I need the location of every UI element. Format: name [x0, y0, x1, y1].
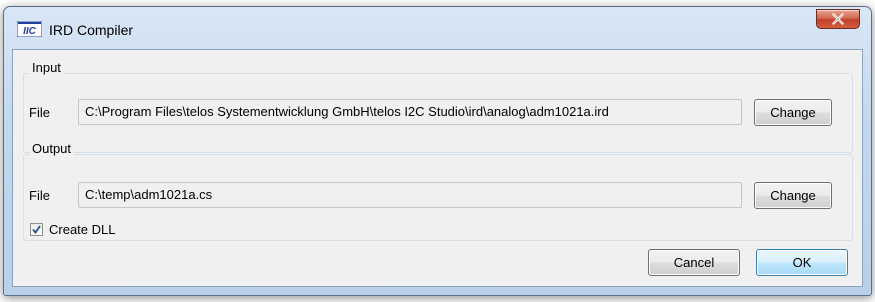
dialog-body: Input File C:\Program Files\telos System… — [12, 49, 863, 287]
input-change-button[interactable]: Change — [754, 99, 832, 126]
app-icon-text: IIC — [23, 26, 37, 37]
title-bar[interactable]: IIC IRD Compiler — [4, 7, 871, 50]
output-group: Output File C:\temp\adm1021a.cs Change C… — [23, 141, 853, 241]
input-group-label: Input — [30, 60, 63, 75]
output-group-label: Output — [30, 141, 74, 156]
output-change-button[interactable]: Change — [754, 182, 832, 209]
input-file-path-field[interactable]: C:\Program Files\telos Systementwicklung… — [78, 99, 742, 125]
checkmark-icon — [32, 225, 41, 234]
input-file-label: File — [29, 105, 50, 120]
window-title: IRD Compiler — [49, 22, 134, 38]
create-dll-label[interactable]: Create DLL — [49, 222, 115, 237]
close-icon — [832, 13, 844, 25]
output-file-path-field[interactable]: C:\temp\adm1021a.cs — [78, 182, 742, 208]
output-file-label: File — [29, 188, 50, 203]
cancel-button[interactable]: Cancel — [648, 249, 740, 276]
ok-button[interactable]: OK — [756, 249, 848, 276]
ird-compiler-window: IIC IRD Compiler Input File C:\Program F… — [3, 6, 872, 296]
input-group: Input File C:\Program Files\telos System… — [23, 60, 853, 153]
app-icon: IIC — [17, 21, 42, 37]
close-button[interactable] — [816, 9, 860, 29]
create-dll-checkbox[interactable] — [30, 223, 43, 236]
